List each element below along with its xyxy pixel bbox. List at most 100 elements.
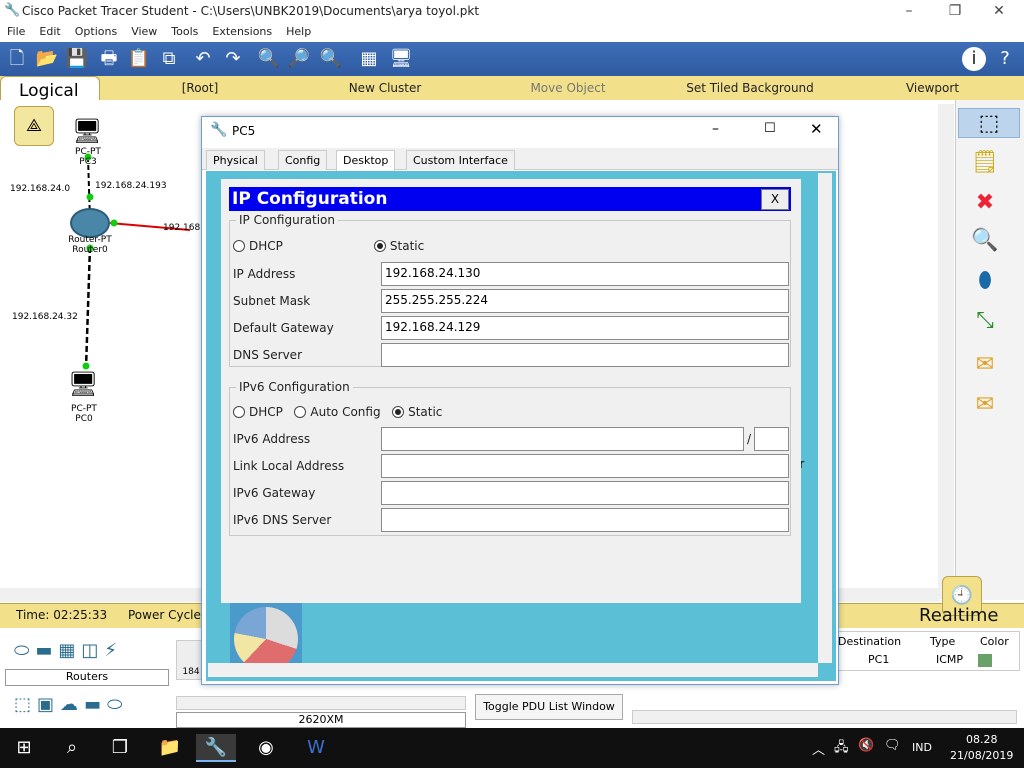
ipv6-dns-server-input[interactable] xyxy=(381,508,789,532)
link-local-address-input[interactable] xyxy=(381,454,789,478)
note-tool-icon[interactable]: 🗒 xyxy=(965,148,1005,178)
pc5-close-button[interactable]: ✕ xyxy=(810,120,823,138)
default-gateway-label: Default Gateway xyxy=(233,321,334,335)
network-icon[interactable]: 🖧 xyxy=(834,738,849,760)
pdu-header-destination: Destination xyxy=(838,635,902,648)
default-gateway-input[interactable]: 192.168.24.129 xyxy=(381,316,789,340)
menu-help[interactable]: Help xyxy=(279,22,318,38)
clock-date[interactable]: 21/08/2019 xyxy=(950,749,1013,762)
pc3-computer-icon[interactable]: 🖥 xyxy=(72,118,102,144)
ipv6-mode-radios: DHCP Auto Config Static xyxy=(233,405,450,419)
new-file-icon[interactable]: 🗋 xyxy=(4,47,30,71)
realtime-mode-label[interactable]: Realtime xyxy=(919,605,998,626)
windows-start-icon[interactable]: ⊞ xyxy=(4,734,44,762)
help-icon[interactable]: ? xyxy=(992,47,1018,71)
dns-server-input[interactable] xyxy=(381,343,789,367)
undo-icon[interactable]: ↶ xyxy=(190,47,216,71)
pc3-label: PC-PT PC3 xyxy=(60,147,116,167)
ipv6-gateway-input[interactable] xyxy=(381,481,789,505)
desktop-horizontal-scrollbar[interactable] xyxy=(208,663,818,677)
delete-tool-icon[interactable]: ✖ xyxy=(965,188,1005,218)
ipv4-static-radio[interactable] xyxy=(373,240,386,252)
menu-view[interactable]: View xyxy=(124,22,164,38)
maximize-button[interactable]: ❐ xyxy=(932,0,978,22)
device-model-scrollbar[interactable] xyxy=(176,696,466,710)
pc5-maximize-button[interactable]: ☐ xyxy=(764,121,776,136)
packet-tracer-taskbar-icon[interactable]: 🔧 xyxy=(196,734,236,762)
ip-configuration-close-button[interactable]: X xyxy=(761,189,789,210)
menu-edit[interactable]: Edit xyxy=(32,22,67,38)
tab-desktop[interactable]: Desktop xyxy=(336,150,396,171)
resize-shape-tool-icon[interactable]: ⤡ xyxy=(965,306,1005,336)
zoom-reset-icon[interactable]: 🔎 xyxy=(286,47,312,71)
volume-muted-icon[interactable]: 🔇 xyxy=(858,738,874,753)
palette-icon[interactable]: ▦ xyxy=(356,47,382,71)
pdu-row-type[interactable]: ICMP xyxy=(936,653,963,666)
menu-options[interactable]: Options xyxy=(68,22,124,38)
word-icon[interactable]: W xyxy=(296,734,336,762)
window-title: Cisco Packet Tracer Student - C:\Users\U… xyxy=(22,4,480,18)
viewport-button[interactable]: Viewport xyxy=(845,81,1020,95)
ipv4-static-label: Static xyxy=(389,239,425,253)
close-button[interactable]: ✕ xyxy=(976,0,1022,22)
inspect-tool-icon[interactable]: 🔍 xyxy=(965,226,1005,256)
pc5-minimize-button[interactable]: – xyxy=(712,121,719,137)
ip-address-input[interactable]: 192.168.24.130 xyxy=(381,262,789,286)
file-explorer-icon[interactable]: 📁 xyxy=(150,734,190,762)
chrome-icon[interactable]: ◉ xyxy=(246,734,286,762)
search-icon[interactable]: ⌕ xyxy=(52,734,92,762)
power-cycle-button[interactable]: Power Cycle xyxy=(128,608,201,622)
info-icon[interactable]: i xyxy=(962,47,986,71)
pc5-tab-bar: Physical Config Desktop Custom Interface xyxy=(202,148,838,171)
pc0-computer-icon[interactable]: 🖥 xyxy=(68,370,98,398)
pdu-row-destination[interactable]: PC1 xyxy=(868,653,889,666)
minimize-button[interactable]: – xyxy=(886,0,932,22)
custom-device-icon[interactable]: 🖥 xyxy=(388,47,414,71)
device-category-icons[interactable]: ⬭▬▦◫⚡ xyxy=(14,640,123,661)
toggle-pdu-list-button[interactable]: Toggle PDU List Window xyxy=(475,694,623,720)
menu-file[interactable]: File xyxy=(0,22,32,38)
open-folder-icon[interactable]: 📂 xyxy=(34,47,60,71)
input-language[interactable]: IND xyxy=(912,741,932,754)
print-icon[interactable]: 🖶 xyxy=(96,47,122,71)
redo-icon[interactable]: ↷ xyxy=(220,47,246,71)
router0-icon[interactable] xyxy=(70,208,110,238)
device-subcategory-icons[interactable]: ⬚▣☁▬⬭ xyxy=(14,694,128,715)
activity-wizard-icon[interactable]: 📋 xyxy=(126,47,152,71)
workspace-vertical-scrollbar[interactable] xyxy=(938,104,954,599)
tab-custom-interface[interactable]: Custom Interface xyxy=(406,150,515,170)
save-icon[interactable]: 💾 xyxy=(64,47,90,71)
ipv4-dhcp-radio[interactable] xyxy=(233,240,245,252)
show-hidden-icons-icon[interactable]: ︿ xyxy=(812,739,825,758)
select-tool-icon[interactable]: ⬚ xyxy=(958,108,1020,138)
set-tiled-background-button[interactable]: Set Tiled Background xyxy=(660,81,840,95)
ipv6-prefix-length-input[interactable] xyxy=(754,427,789,451)
tab-config[interactable]: Config xyxy=(278,150,328,170)
action-center-icon[interactable]: 🗨 xyxy=(884,738,901,753)
root-button[interactable]: [Root] xyxy=(120,81,280,95)
subnet-mask-input[interactable]: 255.255.255.224 xyxy=(381,289,789,313)
menu-bar: File Edit Options View Tools Extensions Help xyxy=(0,22,1024,42)
pdu-header-color: Color xyxy=(980,635,1009,648)
clock-time[interactable]: 08.28 xyxy=(966,733,998,746)
add-complex-pdu-icon[interactable]: ✉ xyxy=(965,390,1005,420)
copy-icon[interactable]: ⧉ xyxy=(156,47,182,71)
zoom-out-icon[interactable]: 🔍 xyxy=(318,47,344,71)
ipv6-prefix-separator: / xyxy=(747,432,752,446)
menu-extensions[interactable]: Extensions xyxy=(205,22,279,38)
add-simple-pdu-icon[interactable]: ✉ xyxy=(965,350,1005,380)
menu-tools[interactable]: Tools xyxy=(164,22,205,38)
ipv6-address-input[interactable] xyxy=(381,427,744,451)
ipv6-dhcp-radio[interactable] xyxy=(233,406,245,418)
draw-shape-tool-icon[interactable]: ⬮ xyxy=(965,266,1005,296)
desktop-vertical-scrollbar[interactable] xyxy=(818,173,832,663)
move-object-button[interactable]: Move Object xyxy=(478,81,658,95)
new-cluster-button[interactable]: New Cluster xyxy=(290,81,480,95)
pdu-list-scrollbar[interactable] xyxy=(632,710,1017,724)
zoom-in-icon[interactable]: 🔍 xyxy=(256,47,282,71)
ipv6-auto-config-radio[interactable] xyxy=(294,406,307,418)
ipv6-dns-server-label: IPv6 DNS Server xyxy=(233,513,332,527)
task-view-icon[interactable]: ❐ xyxy=(100,734,140,762)
tab-physical[interactable]: Physical xyxy=(206,150,265,170)
ipv6-static-radio[interactable] xyxy=(392,406,405,418)
